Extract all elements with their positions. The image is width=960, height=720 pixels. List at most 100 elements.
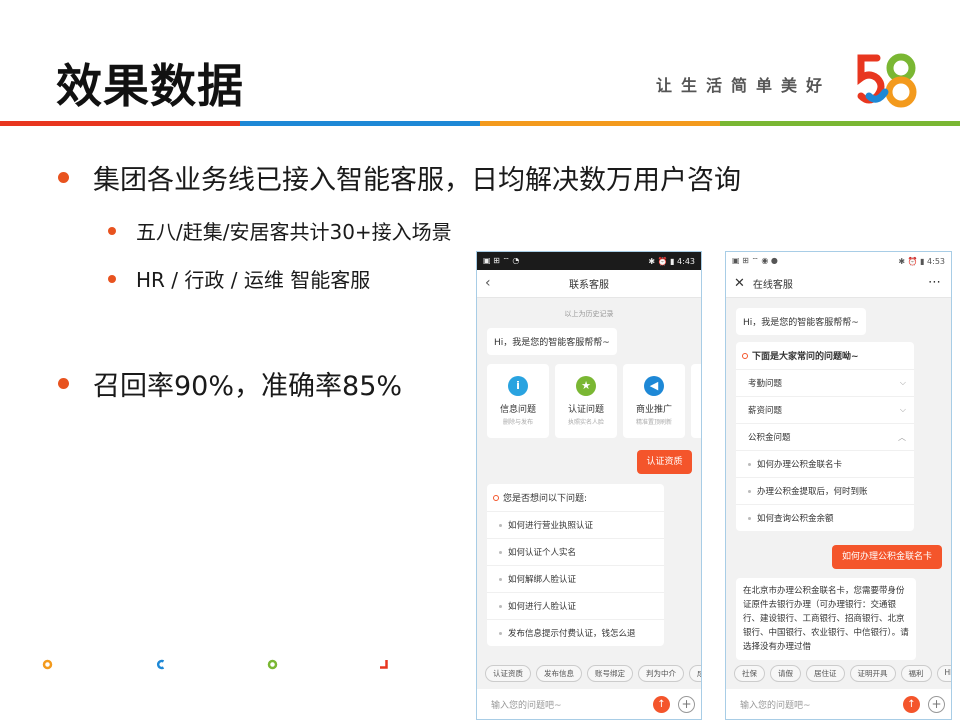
- bullet-ring-icon: [742, 352, 748, 359]
- status-time: 4:43: [677, 256, 695, 266]
- nav-bar: ‹ 联系客服: [477, 270, 701, 298]
- chip[interactable]: HR: [936, 665, 951, 682]
- user-message: 如何办理公积金联名卡: [832, 545, 942, 569]
- phone-screenshot-online-service: ▣ ⊞ ⌔ ◉ ● ✱ ⏰ ▮ 4:53 ✕ 在线客服 ⋯ Hi，我是您的智能客…: [725, 251, 952, 720]
- bullet-dot: [108, 226, 116, 235]
- chip[interactable]: 请假: [770, 665, 801, 682]
- card-sub: 精准置顶刷新: [635, 419, 672, 426]
- stripe-red: [0, 121, 240, 126]
- color-stripe: [0, 121, 960, 126]
- input-bar: 输入您的问题吧~ ↑ +: [477, 689, 701, 719]
- card-label: 认证问题: [567, 405, 604, 415]
- megaphone-icon: ◀: [644, 376, 664, 396]
- bullet-ring-icon: [493, 494, 499, 501]
- bullet-text: HR / 行政 / 运维 智能客服: [136, 268, 371, 292]
- close-icon[interactable]: ✕: [734, 276, 745, 291]
- star-icon: ★: [576, 376, 596, 396]
- corner-mark-icon: [42, 659, 53, 670]
- bot-greeting: Hi，我是您的智能客服帮帮~: [487, 328, 617, 355]
- chip[interactable]: 账号绑定: [587, 665, 633, 682]
- status-bar: ▣ ⊞ ⌔ ◔ ✱ ⏰ ▮ 4:43: [477, 252, 701, 270]
- question-panel: 您是否想问以下问题: 如何进行营业执照认证 如何认证个人实名 如何解绑人脸认证 …: [487, 484, 664, 646]
- input-bar: 输入您的问题吧~ ↑ +: [726, 689, 951, 719]
- question-item[interactable]: 如何认证个人实名: [487, 538, 664, 565]
- send-icon[interactable]: ↑: [903, 695, 920, 713]
- faq-category[interactable]: 考勤问题 ⌵: [736, 369, 914, 396]
- chevron-down-icon: ⌵: [899, 378, 906, 387]
- chip[interactable]: 证明开具: [849, 665, 896, 682]
- bullet-text: 召回率90%，准确率85%: [93, 371, 403, 402]
- message-input[interactable]: 输入您的问题吧~: [732, 698, 903, 711]
- question-item[interactable]: 如何进行营业执照认证: [487, 511, 664, 538]
- question-item[interactable]: 如何解绑人脸认证: [487, 565, 664, 592]
- slide-title: 效果数据: [56, 59, 244, 113]
- faq-category[interactable]: 薪资问题 ⌵: [736, 396, 914, 423]
- chevron-down-icon: ⌵: [899, 405, 906, 414]
- card-sub: 执照实名人脸: [567, 419, 604, 426]
- chip[interactable]: 福利: [900, 665, 932, 682]
- service-cards: i 信息问题 删除与发布 ★ 认证问题 执照实名人脸 ◀ 商业推广 精准置顶刷新: [487, 364, 701, 438]
- bullet-text: 集团各业务线已接入智能客服，日均解决数万用户咨询: [93, 165, 741, 196]
- status-time: 4:53: [927, 256, 945, 266]
- faq-panel: 下面是大家常问的问题呦~ 考勤问题 ⌵ 薪资问题 ⌵ 公积金问题 ︿ 如何办理公积金联…: [736, 342, 914, 531]
- history-label: 以上为历史记录: [564, 310, 614, 318]
- nav-title: 在线客服: [752, 280, 793, 291]
- status-bar: ▣ ⊞ ⌔ ◉ ● ✱ ⏰ ▮ 4:53: [726, 252, 951, 270]
- status-icons-right: ✱ ⏰ ▮ 4:53: [898, 256, 945, 266]
- nav-title: 联系客服: [569, 280, 609, 291]
- corner-mark-icon: [380, 660, 388, 669]
- faq-sub-question[interactable]: 办理公积金提取后，何时到账: [736, 477, 914, 504]
- chip[interactable]: 成: [689, 665, 701, 682]
- corner-mark-icon: [156, 659, 165, 670]
- chip[interactable]: 判为中介: [638, 665, 684, 682]
- card-partial: [691, 364, 701, 438]
- quick-chips: 社保 请假 居住证 证明开具 福利 HR: [726, 665, 951, 682]
- stripe-orange: [480, 121, 720, 126]
- status-icons-left: ▣ ⊞ ⌔ ◉ ●: [732, 256, 778, 265]
- bullet-dot: [58, 378, 69, 389]
- bullet-main-1: 集团各业务线已接入智能客服，日均解决数万用户咨询: [58, 158, 741, 197]
- phone-screenshot-contact-service: ▣ ⊞ ⌔ ◔ ✱ ⏰ ▮ 4:43 ‹ 联系客服 以上为历史记录 Hi，我是您…: [476, 251, 702, 720]
- quick-chips: 认证资质 发布信息 账号绑定 判为中介 成: [477, 665, 701, 682]
- user-message: 认证资质: [637, 450, 692, 474]
- question-item[interactable]: 如何进行人脸认证: [487, 592, 664, 619]
- question-header: 您是否想问以下问题:: [487, 484, 664, 511]
- bullet-sub-1: 五八/赶集/安居客共计30+接入场景: [108, 216, 452, 245]
- card-label: 商业推广: [635, 405, 672, 415]
- card-label: 信息问题: [499, 405, 536, 415]
- question-item[interactable]: 发布信息提示付费认证，钱怎么退: [487, 619, 664, 646]
- more-icon[interactable]: ⋯: [928, 275, 941, 290]
- message-input[interactable]: 输入您的问题吧~: [483, 698, 653, 711]
- chevron-up-icon: ︿: [898, 432, 906, 442]
- card-auth[interactable]: ★ 认证问题 执照实名人脸: [555, 364, 617, 438]
- stripe-blue: [240, 121, 480, 126]
- back-icon[interactable]: ‹: [485, 275, 491, 291]
- chip[interactable]: 居住证: [806, 665, 845, 682]
- status-icons-left: ▣ ⊞ ⌔ ◔: [483, 256, 520, 265]
- bullet-sub-2: HR / 行政 / 运维 智能客服: [108, 264, 370, 293]
- faq-category-expanded[interactable]: 公积金问题 ︿: [736, 423, 914, 450]
- chip[interactable]: 社保: [734, 665, 765, 682]
- status-icons-right: ✱ ⏰ ▮ 4:43: [648, 256, 695, 266]
- stripe-green: [720, 121, 960, 126]
- chip[interactable]: 发布信息: [536, 665, 582, 682]
- faq-sub-question[interactable]: 如何查询公积金余额: [736, 504, 914, 531]
- card-info[interactable]: i 信息问题 删除与发布: [487, 364, 549, 438]
- chip[interactable]: 认证资质: [485, 665, 531, 682]
- nav-bar: ✕ 在线客服 ⋯: [726, 270, 951, 298]
- faq-sub-question[interactable]: 如何办理公积金联名卡: [736, 450, 914, 477]
- bullet-dot: [108, 274, 116, 283]
- corner-mark-icon: [267, 659, 278, 670]
- bullet-text: 五八/赶集/安居客共计30+接入场景: [136, 220, 452, 244]
- bot-answer: 在北京市办理公积金联名卡，您需要带身份证原件去银行办理（可办理银行：交通银行、建…: [736, 578, 916, 660]
- send-icon[interactable]: ↑: [653, 695, 670, 713]
- plus-icon[interactable]: +: [928, 695, 945, 713]
- plus-icon[interactable]: +: [678, 695, 695, 713]
- tagline: 让生活简单美好: [656, 76, 832, 95]
- brand-logo: [857, 53, 917, 108]
- bot-greeting: Hi，我是您的智能客服帮帮~: [736, 308, 866, 335]
- bullet-dot: [58, 172, 69, 183]
- card-promo[interactable]: ◀ 商业推广 精准置顶刷新: [623, 364, 685, 438]
- info-icon: i: [508, 376, 528, 396]
- faq-header: 下面是大家常问的问题呦~: [736, 342, 914, 369]
